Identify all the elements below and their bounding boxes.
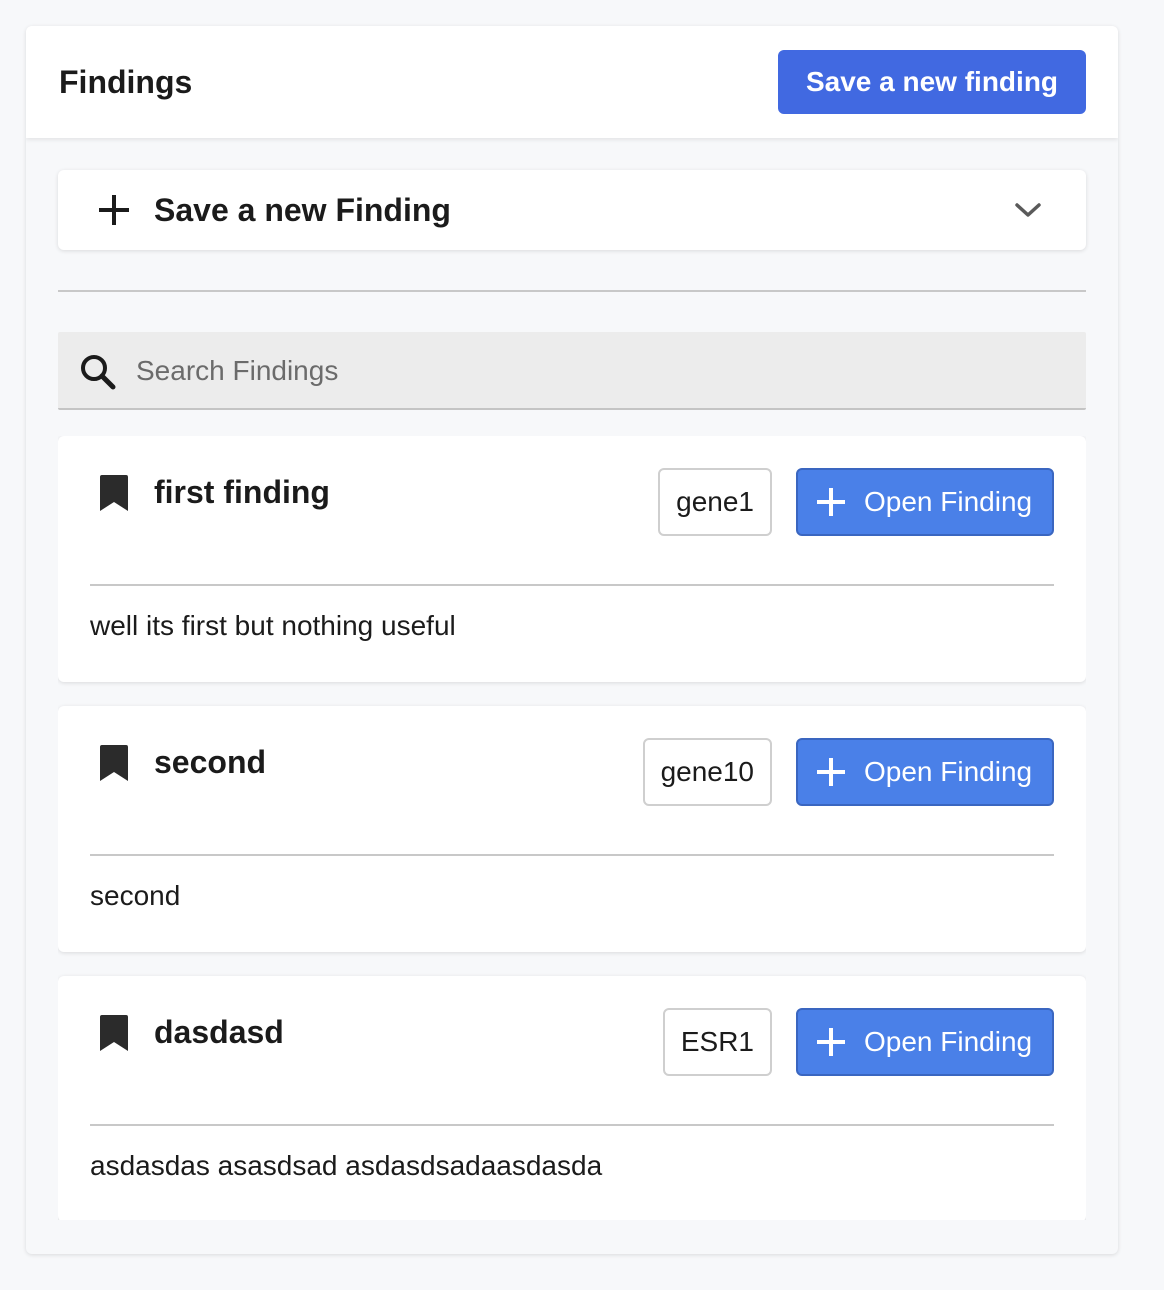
bookmark-icon bbox=[100, 475, 128, 511]
plus-icon bbox=[817, 488, 845, 516]
chevron-down-icon[interactable] bbox=[1012, 194, 1044, 226]
finding-actions: ESR1 Open Finding bbox=[662, 1008, 1054, 1076]
save-new-finding-button[interactable]: Save a new finding bbox=[778, 50, 1086, 114]
search-input[interactable] bbox=[136, 346, 1056, 396]
accordion-label: Save a new Finding bbox=[154, 192, 451, 228]
open-finding-button[interactable]: Open Finding bbox=[796, 1008, 1054, 1076]
gene-tag: gene10 bbox=[642, 738, 772, 806]
finding-description: asdasdas asasdsad asdasdsadaasdasda bbox=[90, 1150, 603, 1181]
open-finding-label: Open Finding bbox=[864, 486, 1033, 517]
open-finding-label: Open Finding bbox=[864, 756, 1033, 787]
gene-tag: gene1 bbox=[658, 468, 772, 536]
open-finding-button[interactable]: Open Finding bbox=[796, 738, 1054, 806]
save-new-finding-accordion[interactable]: Save a new Finding bbox=[58, 170, 1086, 250]
card-divider bbox=[90, 854, 1054, 856]
finding-card: second gene10 Open Finding second bbox=[58, 706, 1086, 952]
finding-title: dasdasd bbox=[154, 1014, 284, 1050]
open-finding-button[interactable]: Open Finding bbox=[796, 468, 1054, 536]
finding-description: well its first but nothing useful bbox=[90, 610, 456, 641]
findings-panel: Findings Save a new finding Save a new F… bbox=[26, 26, 1118, 1254]
bookmark-icon bbox=[100, 745, 128, 781]
panel-header: Findings Save a new finding bbox=[26, 26, 1118, 138]
card-divider bbox=[90, 584, 1054, 586]
findings-list: first finding gene1 Open Finding well it… bbox=[58, 436, 1086, 1220]
bookmark-icon bbox=[100, 1015, 128, 1051]
gene-tag: ESR1 bbox=[662, 1008, 772, 1076]
page-title: Findings bbox=[59, 64, 193, 100]
search-icon bbox=[81, 355, 116, 390]
section-divider bbox=[58, 290, 1086, 292]
search-bar bbox=[58, 332, 1086, 410]
finding-description: second bbox=[90, 880, 181, 911]
card-divider bbox=[90, 1124, 1054, 1126]
plus-icon bbox=[817, 1028, 845, 1056]
open-finding-label: Open Finding bbox=[864, 1026, 1033, 1057]
plus-icon bbox=[817, 758, 845, 786]
finding-title: first finding bbox=[154, 474, 330, 510]
finding-actions: gene1 Open Finding bbox=[658, 468, 1054, 536]
finding-card: first finding gene1 Open Finding well it… bbox=[58, 436, 1086, 682]
finding-card: dasdasd ESR1 Open Finding asdasdas asasd… bbox=[58, 976, 1086, 1220]
finding-actions: gene10 Open Finding bbox=[642, 738, 1054, 806]
plus-icon bbox=[99, 195, 129, 225]
finding-title: second bbox=[154, 744, 267, 780]
